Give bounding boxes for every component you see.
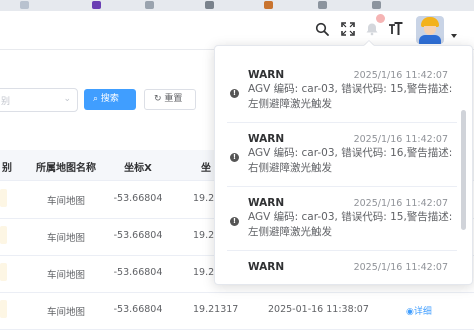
cell-map-name: 车间地图 [46, 270, 85, 281]
type-tag [0, 300, 7, 318]
cell-x: -53.66804 [113, 304, 163, 315]
warning-icon: ! [230, 153, 239, 162]
notification-dropdown: ! WARN 2025/1/16 11:42:07 AGV 编码: car-03… [214, 45, 473, 285]
notification-level: WARN [248, 197, 285, 209]
bell-icon[interactable] [365, 22, 379, 36]
type-tag [0, 263, 7, 281]
browser-tab-strip [0, 0, 474, 11]
tab-favicon[interactable] [318, 1, 327, 9]
search-button[interactable]: ⌕ 搜索 [84, 89, 136, 110]
cell-map-name: 车间地图 [46, 233, 85, 244]
notification-message: AGV 编码: car-03, 错误代码: 15,警告描述: 左侧避障激光触发 [248, 211, 453, 238]
column-header-map-name: 所属地图名称 [36, 163, 96, 174]
detail-link-label: 详细 [413, 307, 432, 317]
search-icon[interactable] [315, 22, 329, 36]
fullscreen-icon[interactable] [341, 22, 355, 36]
cell-map-name: 车间地图 [46, 196, 85, 207]
notification-message: AGV 编码: car-03, 错误代码: 15,警告描述: 左侧避障激光触发 [248, 83, 453, 110]
notification-time: 2025/1/16 11:42:07 [353, 134, 448, 145]
tab-favicon[interactable] [372, 1, 381, 9]
avatar[interactable] [416, 16, 444, 44]
cell-x: -53.66804 [113, 230, 163, 241]
filter-select[interactable]: 别 ⌄ [0, 88, 78, 112]
search-icon: ⌕ [93, 94, 99, 104]
cell-x: -53.66804 [113, 193, 163, 204]
tab-favicon[interactable] [145, 1, 154, 9]
cell-y: 19.21317 [193, 304, 239, 315]
divider [227, 250, 457, 251]
tab-favicon[interactable] [205, 1, 214, 9]
column-header-x: 坐标X [124, 163, 152, 174]
notification-level: WARN [248, 133, 285, 145]
column-header-y: 坐 [201, 163, 211, 174]
notification-badge [376, 14, 385, 23]
chevron-down-icon: ⌄ [63, 94, 71, 104]
tab-favicon[interactable] [92, 1, 101, 9]
cell-y: 19.2 [193, 267, 215, 278]
filter-select-value: 别 [1, 97, 11, 107]
notification-time: 2025/1/16 11:42:07 [353, 262, 448, 273]
divider [227, 122, 457, 123]
detail-link[interactable]: ◉详细 [406, 304, 432, 317]
reset-button[interactable]: ↻ 重置 [144, 89, 196, 110]
cell-y: 19.2 [193, 193, 215, 204]
cell-y: 19.2 [193, 230, 215, 241]
divider [227, 186, 457, 187]
search-button-label: 搜索 [100, 94, 119, 104]
chevron-down-icon[interactable] [451, 34, 457, 38]
notification-level: WARN [248, 69, 285, 81]
tab-favicon[interactable] [20, 1, 29, 9]
cell-map-name: 车间地图 [46, 307, 85, 318]
column-header: 别 [2, 163, 12, 174]
table-row[interactable]: 车间地图 -53.66804 19.21317 2025-01-16 11:38… [0, 292, 474, 330]
popover-arrow-inner [364, 41, 374, 46]
font-size-icon[interactable] [388, 21, 404, 37]
cell-x: -53.66804 [113, 267, 163, 278]
notification-time: 2025/1/16 11:42:07 [353, 70, 448, 81]
type-tag [0, 226, 7, 244]
type-tag [0, 189, 7, 207]
scrollbar[interactable] [461, 110, 466, 230]
cell-time: 2025-01-16 11:38:07 [268, 304, 369, 315]
notification-level: WARN [248, 261, 285, 273]
eye-icon: ◉ [406, 307, 414, 317]
reset-button-label: 重置 [164, 94, 183, 104]
refresh-icon: ↻ [154, 94, 162, 104]
tab-favicon[interactable] [264, 1, 273, 9]
warning-icon: ! [230, 217, 239, 226]
notification-time: 2025/1/16 11:42:07 [353, 198, 448, 209]
warning-icon: ! [230, 89, 239, 98]
notification-message: AGV 编码: car-03, 错误代码: 16,警告描述: 右侧避障激光触发 [248, 147, 453, 174]
